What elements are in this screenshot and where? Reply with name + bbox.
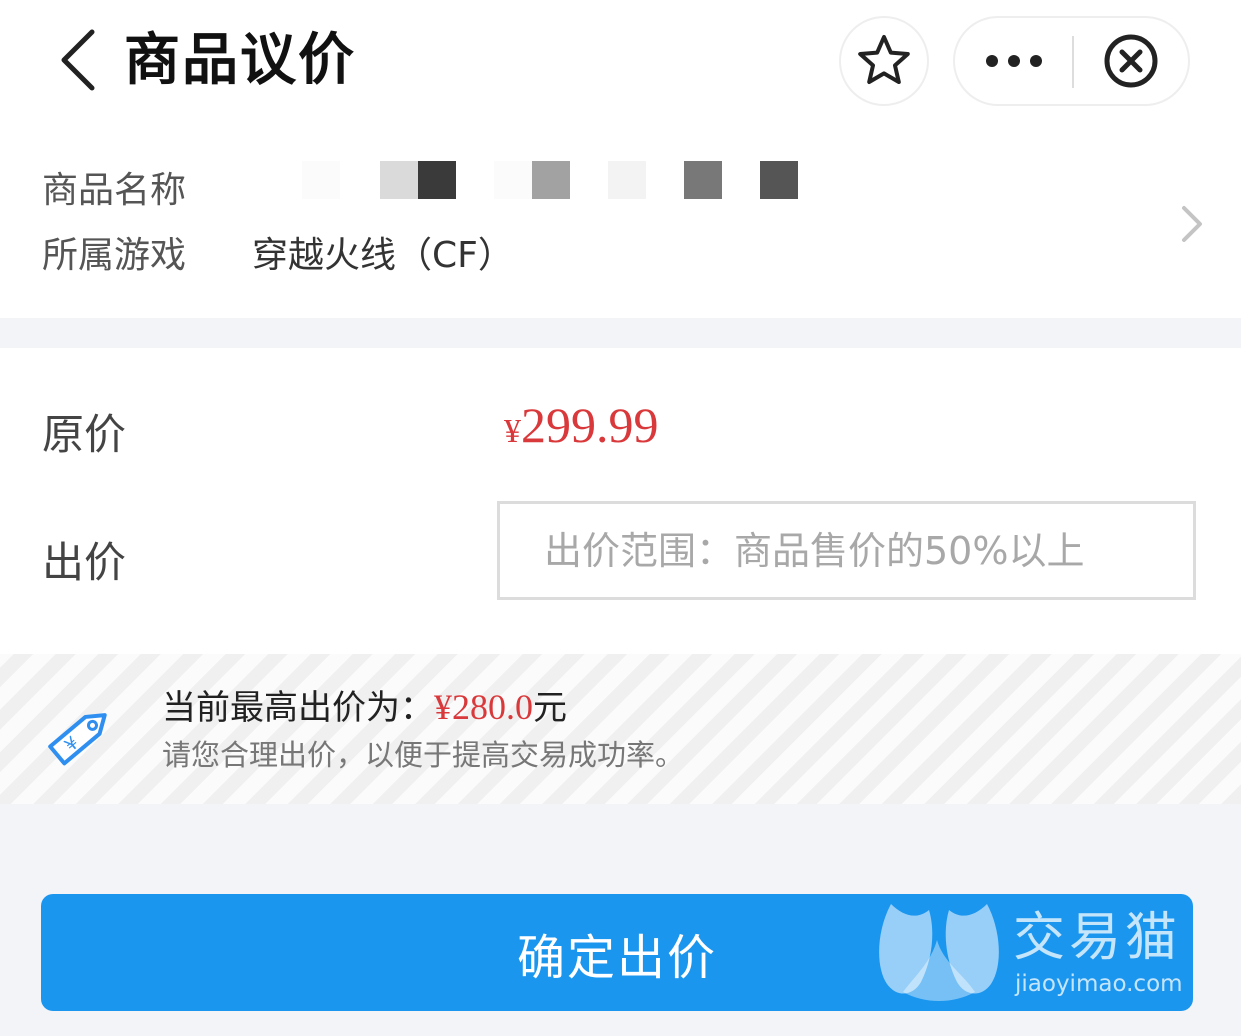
game-label: 所属游戏	[42, 235, 187, 276]
highest-bid-suffix: 元	[533, 688, 567, 728]
chevron-right-icon	[1182, 206, 1202, 242]
top-bar: 商品议价	[0, 0, 1241, 130]
original-price-label: 原价	[42, 410, 127, 459]
original-price-currency: ¥	[504, 413, 521, 450]
confirm-bid-label: 确定出价	[516, 929, 717, 986]
highest-bid-amount: ¥280.0	[434, 687, 533, 727]
bid-hint: 请您合理出价，以便于提高交易成功率。	[162, 738, 685, 772]
product-name-mosaic	[302, 161, 802, 199]
original-price: ¥299.99	[504, 396, 659, 454]
favorite-button[interactable]	[839, 16, 929, 106]
close-button[interactable]	[1074, 18, 1188, 104]
more-button[interactable]	[955, 18, 1073, 104]
confirm-bid-button[interactable]: 交易猫 jiaoyimao.com 确定出价	[41, 894, 1193, 1011]
star-icon	[858, 35, 910, 84]
page-title: 商品议价	[124, 28, 356, 93]
product-info-card[interactable]: 商品名称 所属游戏 穿越火线（CF）	[0, 130, 1241, 318]
bid-input[interactable]	[497, 501, 1196, 600]
price-tag-icon: ¥	[48, 713, 107, 766]
back-button[interactable]	[52, 24, 112, 96]
product-name-label: 商品名称	[42, 170, 187, 211]
bid-form-card: 原价 ¥299.99 出价	[0, 348, 1241, 654]
highest-bid-text: 当前最高出价为：¥280.0元	[162, 684, 567, 731]
chevron-left-icon	[61, 29, 95, 91]
mini-program-capsule	[953, 16, 1190, 106]
bid-notice: ¥ 当前最高出价为：¥280.0元 请您合理出价，以便于提高交易成功率。	[0, 654, 1241, 804]
more-dots-icon	[986, 55, 1042, 67]
close-circle-icon	[1104, 34, 1158, 88]
highest-bid-prefix: 当前最高出价为：	[162, 688, 434, 728]
game-value: 穿越火线（CF）	[252, 235, 514, 276]
original-price-amount: 299.99	[521, 397, 659, 453]
bid-label: 出价	[42, 538, 127, 587]
